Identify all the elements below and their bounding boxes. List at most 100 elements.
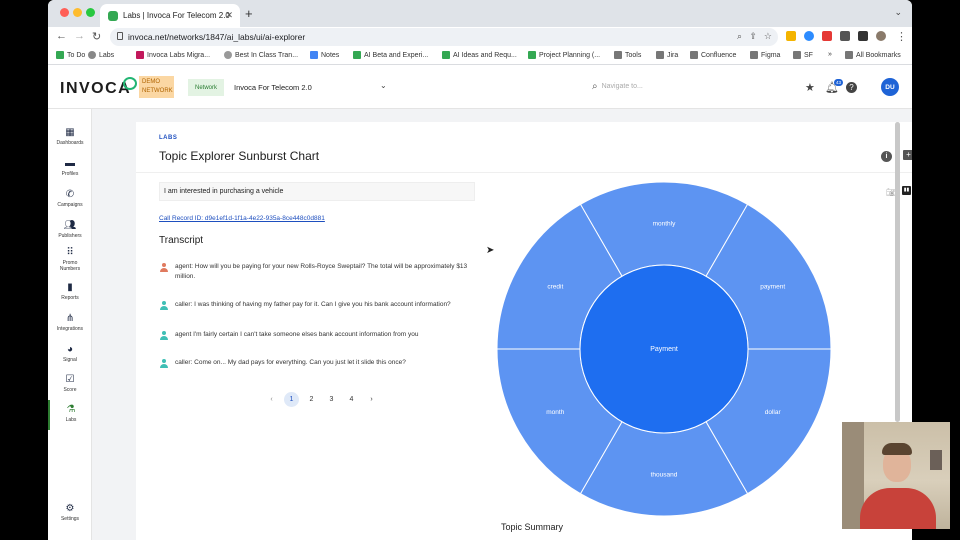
network-selector[interactable]: Invoca For Telecom 2.0 <box>234 83 312 92</box>
tab-bar: Labs | Invoca For Telecom 2.0 ✕ + ⌄ <box>48 0 912 27</box>
bookmark-folder[interactable]: Figma <box>750 51 780 59</box>
dashboard-grid-icon: ▦ <box>65 127 75 138</box>
sidebar-item-integrations[interactable]: ⋔ Integrations <box>48 313 92 332</box>
bookmark-item[interactable]: AI Beta and Experi... <box>353 51 428 59</box>
all-bookmarks[interactable]: All Bookmarks <box>845 51 901 59</box>
compass-icon: ◕ <box>66 344 74 355</box>
page-3-button[interactable]: 3 <box>324 392 339 407</box>
invoca-favicon-icon <box>108 10 118 21</box>
sunburst-center-label: Payment <box>650 346 678 353</box>
new-tab-icon[interactable]: + <box>245 6 253 21</box>
sidebar-item-campaigns[interactable]: ✆ Campaigns <box>48 189 92 208</box>
caller-person-icon <box>159 359 168 368</box>
sidebar: ▦ Dashboards ▬ Profiles ✆ Campaigns 👥︎ Publi… <box>48 109 92 540</box>
sidebar-item-reports[interactable]: ▮ Reports <box>48 282 92 301</box>
page-4-button[interactable]: 4 <box>344 392 359 407</box>
scrollbar[interactable] <box>895 122 900 422</box>
profile-icon[interactable] <box>876 31 886 41</box>
sidebar-item-labs[interactable]: ⚗ Labs <box>48 400 92 430</box>
bar-chart-icon[interactable]: ▮▮ <box>902 186 911 195</box>
bookmark-folder[interactable]: Tools <box>614 51 641 59</box>
flask-icon: ⚗ <box>66 404 76 415</box>
checkbox-icon: ☑ <box>65 374 75 385</box>
bookmarks-bar: To Do Labs Invoca Labs Migra... Best In … <box>48 47 912 65</box>
bookmark-item[interactable]: AI Ideas and Requ... <box>442 51 517 59</box>
minimize-window-button[interactable] <box>73 8 82 17</box>
maximize-window-button[interactable] <box>86 8 95 17</box>
navigate-search[interactable]: ⌕ Navigate to... <box>592 81 643 92</box>
reload-icon[interactable]: ↻ <box>92 30 101 43</box>
sunburst-chart[interactable]: monthly payment dollar thousand month credit P… <box>496 181 832 517</box>
favorites-star-icon[interactable]: ★ <box>805 81 815 94</box>
sidebar-item-score[interactable]: ☑ Score <box>48 374 92 393</box>
sidebar-item-publishers[interactable]: 👥︎ Publishers <box>48 220 92 239</box>
info-icon[interactable]: i <box>881 151 892 162</box>
sunburst-label-dollar: dollar <box>765 409 782 416</box>
agent-person-icon <box>159 263 168 272</box>
caller-person-icon <box>159 331 168 340</box>
browser-window: Labs | Invoca For Telecom 2.0 ✕ + ⌄ ← → … <box>48 0 912 540</box>
bookmark-item[interactable]: Best In Class Tran... <box>224 51 298 59</box>
transcript-line: agent I'm fairly certain I can't take so… <box>159 330 489 342</box>
add-comment-icon[interactable]: + <box>903 150 912 160</box>
pagination: ‹ 1 2 3 4 › <box>264 392 379 407</box>
page-title: Topic Explorer Sunburst Chart <box>159 149 320 163</box>
extension-icon[interactable] <box>786 31 796 41</box>
bookmark-item[interactable]: Invoca Labs Migra... <box>136 51 210 59</box>
close-window-button[interactable] <box>60 8 69 17</box>
url-text: invoca.net/networks/1847/ai_labs/ui/ai-e… <box>128 32 306 42</box>
page-2-button[interactable]: 2 <box>304 392 319 407</box>
bar-chart-icon: ▮ <box>67 282 73 293</box>
topic-summary-heading: Topic Summary <box>501 522 564 532</box>
sidepanel-icon[interactable] <box>858 31 868 41</box>
close-tab-icon[interactable]: ✕ <box>225 10 233 21</box>
invoca-logo[interactable]: INVOCA <box>60 80 131 98</box>
back-icon[interactable]: ← <box>56 30 67 42</box>
bookmark-folder[interactable]: SF <box>793 51 813 59</box>
sunburst-label-credit: credit <box>547 283 563 290</box>
url-bar[interactable]: invoca.net/networks/1847/ai_labs/ui/ai-e… <box>110 28 778 46</box>
bookmark-item[interactable]: Project Planning (... <box>528 51 600 59</box>
call-record-link[interactable]: Call Record ID: d9e1ef1d-1f1a-4e22-935a-… <box>159 215 325 222</box>
browser-tab[interactable]: Labs | Invoca For Telecom 2.0 ✕ <box>100 4 240 27</box>
app-header: INVOCA DEMO NETWORK Network Invoca For T… <box>48 65 912 109</box>
page-1-button[interactable]: 1 <box>284 392 299 407</box>
sidebar-item-promo-numbers[interactable]: ⠿ Promo Numbers <box>48 247 92 272</box>
sidebar-item-dashboards[interactable]: ▦ Dashboards <box>48 127 92 146</box>
bookmark-item[interactable]: Labs <box>88 51 114 59</box>
folder-icon: ▬ <box>65 158 75 169</box>
avatar[interactable]: DU <box>881 78 899 96</box>
tab-search-icon[interactable]: ⌄ <box>894 7 902 18</box>
sidebar-item-profiles[interactable]: ▬ Profiles <box>48 158 92 177</box>
people-icon: 👥︎ <box>63 220 77 231</box>
phone-forward-icon: ✆ <box>65 189 75 200</box>
prev-page-icon[interactable]: ‹ <box>264 392 279 407</box>
extension-icon[interactable] <box>822 31 832 41</box>
bookmark-star-icon[interactable]: ☆ <box>764 31 772 42</box>
transcript-line: agent: How will you be paying for your n… <box>159 262 489 284</box>
dialpad-icon: ⠿ <box>66 247 74 258</box>
sidebar-item-settings[interactable]: ⚙ Settings <box>48 503 92 522</box>
puzzle-icon[interactable] <box>840 31 850 41</box>
chevron-down-icon[interactable]: ⌄ <box>380 81 387 90</box>
help-icon[interactable]: ? <box>846 82 857 93</box>
network-button[interactable]: Network <box>188 79 224 96</box>
caller-person-icon <box>159 301 168 310</box>
webcam-video-overlay <box>842 422 950 529</box>
sidebar-item-signal[interactable]: ◕ Signal <box>48 344 92 363</box>
bookmark-item[interactable]: Notes <box>310 51 339 59</box>
bookmark-item[interactable]: To Do <box>56 51 85 59</box>
share-icon[interactable]: ⇪ <box>749 31 757 42</box>
next-page-icon[interactable]: › <box>364 392 379 407</box>
transcript-line: caller: Come on... My dad pays for every… <box>159 358 489 370</box>
menu-kebab-icon[interactable]: ⋮ <box>896 30 907 43</box>
zoom-icon[interactable]: ⌕ <box>737 31 742 42</box>
forward-icon[interactable]: → <box>74 30 85 42</box>
mouse-cursor-icon: ➤ <box>486 245 495 256</box>
query-input[interactable]: I am interested in purchasing a vehicle <box>159 182 475 201</box>
more-bookmarks-icon[interactable]: » <box>828 51 832 58</box>
bookmark-folder[interactable]: Jira <box>656 51 678 59</box>
zoom-extension-icon[interactable] <box>804 31 814 41</box>
bookmark-folder[interactable]: Confluence <box>690 51 736 59</box>
search-placeholder: Navigate to... <box>601 83 643 90</box>
